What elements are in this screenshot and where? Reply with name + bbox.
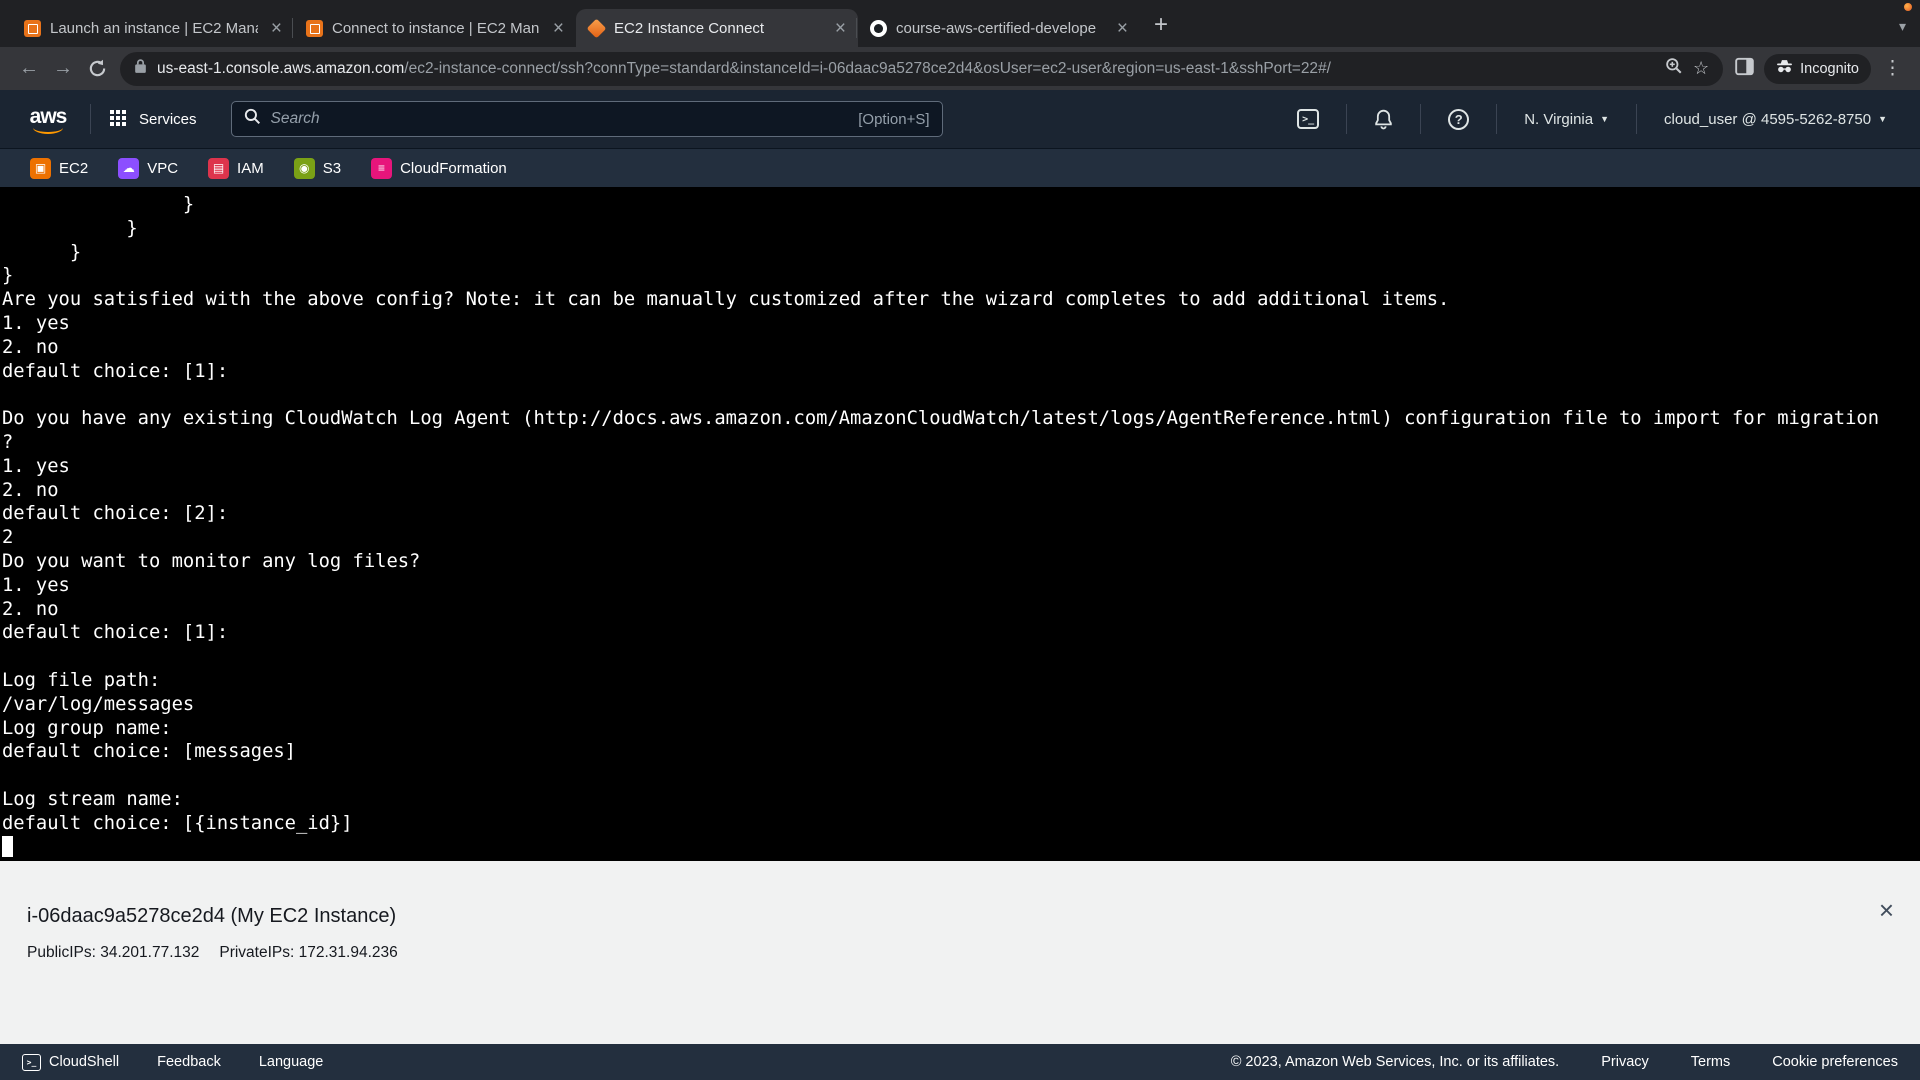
region-selector[interactable]: N. Virginia ▼ bbox=[1507, 111, 1626, 128]
header-right-controls: >_ ? N. Virginia ▼ cloud_user @ 4595-526… bbox=[1280, 104, 1904, 134]
browser-menu-icon[interactable]: ⋮ bbox=[1877, 57, 1908, 80]
aws-logo[interactable]: aws bbox=[26, 105, 70, 134]
region-label: N. Virginia bbox=[1524, 111, 1593, 128]
search-input[interactable] bbox=[271, 110, 849, 128]
account-menu[interactable]: cloud_user @ 4595-5262-8750 ▼ bbox=[1647, 111, 1904, 128]
ec2-connect-cube-favicon bbox=[587, 18, 607, 38]
zoom-icon[interactable] bbox=[1665, 57, 1683, 80]
favorites-bar: ▣ EC2 ☁ VPC ▤ IAM ◉ S3 ≡ CloudFormation bbox=[0, 148, 1920, 187]
ec2-service-icon: ▣ bbox=[30, 158, 51, 179]
services-menu-button[interactable]: Services bbox=[101, 109, 205, 129]
feedback-link[interactable]: Feedback bbox=[157, 1054, 221, 1070]
url-path: /ec2-instance-connect/ssh?connType=stand… bbox=[404, 60, 1331, 77]
language-link[interactable]: Language bbox=[259, 1054, 324, 1070]
copyright-text: © 2023, Amazon Web Services, Inc. or its… bbox=[1231, 1054, 1560, 1070]
s3-service-icon: ◉ bbox=[294, 158, 315, 179]
instance-title: i-06daac9a5278ce2d4 (My EC2 Instance) bbox=[27, 905, 1920, 928]
incognito-label: Incognito bbox=[1800, 61, 1859, 77]
favorite-iam[interactable]: ▤ IAM bbox=[208, 158, 264, 179]
tab-title: course-aws-certified-develope bbox=[896, 20, 1104, 37]
search-shortcut-hint: [Option+S] bbox=[858, 111, 929, 128]
tab-close-icon[interactable]: × bbox=[831, 19, 850, 38]
reload-icon[interactable] bbox=[80, 59, 114, 78]
ec2-favicon bbox=[306, 20, 323, 37]
terminal-output: } } } } Are you satisfied with the above… bbox=[2, 193, 1920, 836]
terminal[interactable]: } } } } Are you satisfied with the above… bbox=[0, 187, 1920, 861]
cloudshell-terminal-icon[interactable]: >_ bbox=[1280, 109, 1336, 129]
divider bbox=[1420, 104, 1421, 134]
favorite-s3[interactable]: ◉ S3 bbox=[294, 158, 341, 179]
tab-close-icon[interactable]: × bbox=[549, 19, 568, 38]
incognito-badge: Incognito bbox=[1764, 54, 1871, 84]
public-ip: PublicIPs: 34.201.77.132 bbox=[27, 944, 199, 962]
aws-console-header: aws Services [Option+S] >_ ? N. Virgin bbox=[0, 90, 1920, 148]
favorite-ec2[interactable]: ▣ EC2 bbox=[30, 158, 88, 179]
incognito-icon bbox=[1776, 59, 1793, 78]
lock-icon bbox=[134, 58, 147, 79]
favorite-label: CloudFormation bbox=[400, 160, 507, 177]
tab-title: Connect to instance | EC2 Man bbox=[332, 20, 540, 37]
favorite-label: S3 bbox=[323, 160, 341, 177]
chevron-down-icon: ▼ bbox=[1878, 114, 1887, 124]
privacy-link[interactable]: Privacy bbox=[1601, 1054, 1649, 1070]
cloudshell-footer-button[interactable]: >_ CloudShell bbox=[22, 1054, 119, 1071]
divider bbox=[1636, 104, 1637, 134]
favorite-vpc[interactable]: ☁ VPC bbox=[118, 158, 178, 179]
terminal-cursor bbox=[2, 836, 13, 857]
divider bbox=[1496, 104, 1497, 134]
tab-overflow-chevron-icon[interactable]: ▾ bbox=[1899, 18, 1906, 35]
browser-tab-strip: Launch an instance | EC2 Mana × Connect … bbox=[0, 0, 1920, 47]
services-label: Services bbox=[139, 111, 197, 128]
services-grid-icon bbox=[110, 110, 114, 114]
cloudformation-service-icon: ≡ bbox=[371, 158, 392, 179]
search-icon bbox=[244, 108, 261, 130]
instance-info-panel: i-06daac9a5278ce2d4 (My EC2 Instance) Pu… bbox=[0, 861, 1920, 1044]
private-ip: PrivateIPs: 172.31.94.236 bbox=[219, 944, 397, 962]
aws-logo-text: aws bbox=[30, 105, 67, 128]
screen-indicator-dot bbox=[1904, 3, 1912, 11]
help-icon[interactable]: ? bbox=[1431, 109, 1486, 130]
cloudshell-icon: >_ bbox=[22, 1054, 41, 1071]
tab-connect-instance[interactable]: Connect to instance | EC2 Man × bbox=[294, 9, 576, 47]
cookie-preferences-link[interactable]: Cookie preferences bbox=[1772, 1054, 1898, 1070]
favorite-label: IAM bbox=[237, 160, 264, 177]
address-bar[interactable]: us-east-1.console.aws.amazon.com/ec2-ins… bbox=[120, 52, 1723, 86]
console-search-box[interactable]: [Option+S] bbox=[231, 101, 943, 137]
account-label: cloud_user @ 4595-5262-8750 bbox=[1664, 111, 1871, 128]
panel-close-icon[interactable]: × bbox=[1879, 897, 1894, 923]
tab-title: Launch an instance | EC2 Mana bbox=[50, 20, 258, 37]
chevron-down-icon: ▼ bbox=[1600, 114, 1609, 124]
iam-service-icon: ▤ bbox=[208, 158, 229, 179]
vpc-service-icon: ☁ bbox=[118, 158, 139, 179]
tab-github-course[interactable]: course-aws-certified-develope × bbox=[858, 9, 1140, 47]
url-domain: us-east-1.console.aws.amazon.com bbox=[157, 60, 404, 77]
tab-close-icon[interactable]: × bbox=[267, 19, 286, 38]
tab-launch-instance[interactable]: Launch an instance | EC2 Mana × bbox=[12, 9, 294, 47]
footer-right: © 2023, Amazon Web Services, Inc. or its… bbox=[1231, 1054, 1898, 1070]
browser-toolbar: ← → us-east-1.console.aws.amazon.com/ec2… bbox=[0, 47, 1920, 90]
new-tab-button[interactable]: + bbox=[1154, 11, 1168, 39]
screen: Launch an instance | EC2 Mana × Connect … bbox=[0, 0, 1920, 1080]
cloudshell-label: CloudShell bbox=[49, 1054, 119, 1070]
github-favicon bbox=[870, 20, 887, 37]
forward-icon[interactable]: → bbox=[46, 57, 80, 80]
divider bbox=[90, 104, 91, 134]
console-footer: >_ CloudShell Feedback Language © 2023, … bbox=[0, 1044, 1920, 1080]
back-icon[interactable]: ← bbox=[12, 57, 46, 80]
ec2-favicon bbox=[24, 20, 41, 37]
favorite-label: VPC bbox=[147, 160, 178, 177]
terms-link[interactable]: Terms bbox=[1691, 1054, 1730, 1070]
notifications-bell-icon[interactable] bbox=[1357, 109, 1410, 130]
favorite-label: EC2 bbox=[59, 160, 88, 177]
divider bbox=[1346, 104, 1347, 134]
tab-title: EC2 Instance Connect bbox=[614, 20, 822, 37]
tab-ec2-instance-connect[interactable]: EC2 Instance Connect × bbox=[576, 9, 858, 47]
url-text: us-east-1.console.aws.amazon.com/ec2-ins… bbox=[157, 60, 1655, 78]
instance-ips: PublicIPs: 34.201.77.132 PrivateIPs: 172… bbox=[27, 944, 1920, 962]
favorite-cloudformation[interactable]: ≡ CloudFormation bbox=[371, 158, 507, 179]
bookmark-star-icon[interactable]: ☆ bbox=[1693, 58, 1709, 79]
tab-close-icon[interactable]: × bbox=[1113, 19, 1132, 38]
side-panel-icon[interactable] bbox=[1735, 57, 1754, 81]
